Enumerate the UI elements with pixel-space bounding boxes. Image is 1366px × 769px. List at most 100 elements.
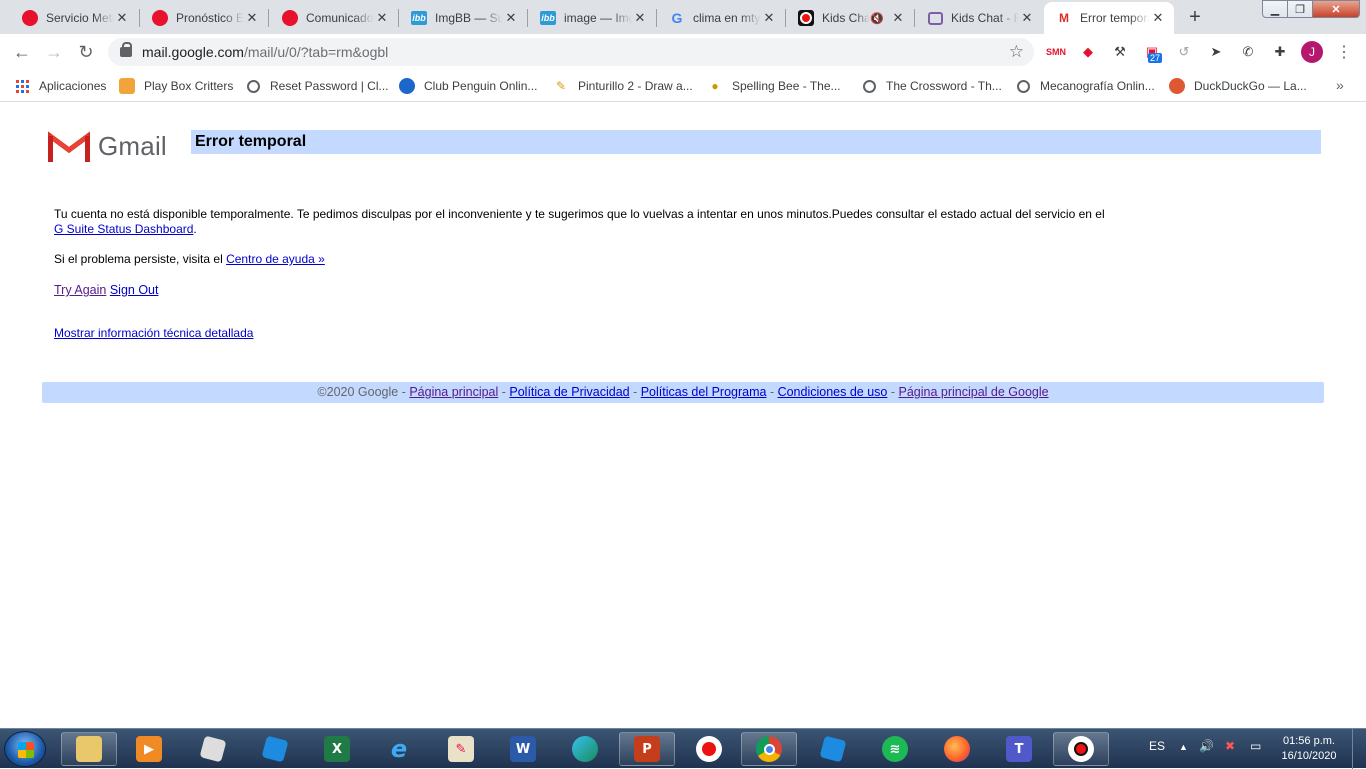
gmail-error-page: Gmail Error temporal Tu cuenta no está d… — [0, 103, 1366, 728]
bookmark-label: Mecanografía Onlin... — [1040, 79, 1155, 93]
help-center-link[interactable]: Centro de ayuda » — [226, 252, 325, 266]
powerpoint-icon[interactable]: P — [619, 732, 675, 766]
footer-separator: - — [766, 385, 778, 399]
chrome-icon[interactable] — [741, 732, 797, 766]
tab-title: Error temporal — [1080, 11, 1150, 25]
bookmark-club-penguin[interactable]: Club Penguin Onlin... — [399, 76, 537, 96]
roblox-icon[interactable] — [247, 732, 303, 766]
tab-image-imgbb[interactable]: ibb image — ImgBB ✕ — [528, 2, 656, 34]
clock-time: 01:56 p.m. — [1283, 735, 1335, 747]
error-title: Error temporal — [191, 130, 1321, 154]
roblox-icon[interactable] — [805, 732, 861, 766]
close-tab-icon[interactable]: ✕ — [1019, 10, 1035, 26]
teams-icon[interactable]: T — [991, 732, 1047, 766]
close-tab-icon[interactable]: ✕ — [1150, 10, 1166, 26]
close-tab-icon[interactable]: ✕ — [503, 10, 519, 26]
gmail-logo: Gmail — [48, 130, 167, 162]
bookmark-box-critters[interactable]: Play Box Critters — [119, 76, 233, 96]
internet-explorer-icon[interactable]: e — [371, 732, 427, 766]
language-indicator[interactable]: ES — [1149, 739, 1165, 753]
bookmark-label: Club Penguin Onlin... — [424, 79, 538, 93]
box-critters-icon — [119, 78, 135, 94]
forward-button[interactable]: → — [40, 38, 68, 66]
close-tab-icon[interactable]: ✕ — [374, 10, 390, 26]
profile-avatar[interactable]: J — [1301, 41, 1323, 63]
more-bookmarks-icon[interactable]: » — [1336, 77, 1344, 93]
bookmark-reset-password[interactable]: Reset Password | Cl... — [245, 76, 389, 96]
reload-button[interactable]: ↻ — [72, 38, 100, 66]
bookmark-crossword[interactable]: The Crossword - Th... — [861, 76, 1002, 96]
firefox-icon[interactable] — [929, 732, 985, 766]
file-explorer-icon[interactable] — [61, 732, 117, 766]
taskbar-clock[interactable]: 01:56 p.m. 16/10/2020 — [1276, 734, 1342, 764]
try-again-link[interactable]: Try Again — [54, 283, 106, 297]
tab-servicio[interactable]: Servicio Meteorológico ✕ — [10, 2, 138, 34]
tab-imgbb-subir[interactable]: ibb ImgBB — Subir ✕ — [399, 2, 527, 34]
tab-clima[interactable]: G clima en mty ✕ — [657, 2, 785, 34]
show-desktop-button[interactable] — [1352, 729, 1366, 769]
refresh-extension-icon[interactable]: ↺ — [1174, 42, 1194, 62]
footer-separator: - — [629, 385, 641, 399]
footer-link-terms[interactable]: Condiciones de uso — [778, 385, 888, 399]
bookmark-star-icon[interactable]: ☆ — [1009, 42, 1024, 62]
paint-icon[interactable]: ✎ — [433, 732, 489, 766]
media-player-icon[interactable]: ▶ — [121, 732, 177, 766]
close-window-button[interactable]: ✕ — [1312, 0, 1360, 18]
screen-recorder-icon[interactable] — [681, 732, 737, 766]
tab-pronostico[interactable]: Pronóstico Extendido ✕ — [140, 2, 268, 34]
word-icon[interactable]: W — [495, 732, 551, 766]
roblox-studio-icon[interactable] — [185, 732, 241, 766]
tab-error-temporal[interactable]: M Error temporal ✕ — [1044, 2, 1174, 34]
network-error-icon[interactable]: ✖ — [1225, 739, 1235, 753]
google-g-icon: G — [671, 10, 683, 26]
close-tab-icon[interactable]: ✕ — [114, 10, 130, 26]
close-tab-icon[interactable]: ✕ — [632, 10, 648, 26]
tab-title: Servicio Meteorológico — [46, 11, 114, 25]
tab-title: Pronóstico Extendido — [176, 11, 244, 25]
start-button[interactable] — [4, 731, 46, 767]
footer-link-program-policies[interactable]: Políticas del Programa — [641, 385, 767, 399]
bookmark-spelling-bee[interactable]: ● Spelling Bee - The... — [707, 76, 840, 96]
close-tab-icon[interactable]: ✕ — [890, 10, 906, 26]
tab-kids-chat[interactable]: Kids Chat 🔇 ✕ — [786, 2, 914, 34]
status-dashboard-link[interactable]: G Suite Status Dashboard — [54, 222, 193, 236]
close-tab-icon[interactable]: ✕ — [761, 10, 777, 26]
back-button[interactable]: ← — [8, 38, 36, 66]
red-circle-icon — [152, 10, 168, 26]
tray-expand-icon[interactable]: ▲ — [1179, 742, 1188, 752]
sign-out-link[interactable]: Sign Out — [110, 283, 159, 297]
action-center-icon[interactable]: ▭ — [1250, 739, 1261, 753]
phone-extension-icon[interactable]: ✆ — [1238, 42, 1258, 62]
spotify-icon[interactable]: ≋ — [867, 732, 923, 766]
puzzle-extensions-icon[interactable]: ✚ — [1270, 42, 1290, 62]
new-tab-button[interactable]: + — [1181, 5, 1209, 29]
address-bar[interactable]: mail.google.com/mail/u/0/?tab=rm&ogbl ☆ — [108, 38, 1034, 66]
webcam-icon[interactable] — [1053, 732, 1109, 766]
edge-icon[interactable] — [557, 732, 613, 766]
volume-icon[interactable]: 🔊 — [1199, 739, 1214, 753]
bookmark-duckduckgo[interactable]: DuckDuckGo — La... — [1169, 76, 1307, 96]
red-circle-icon — [282, 10, 298, 26]
minimize-button[interactable]: ▁ — [1262, 0, 1288, 18]
bookmark-mecanografia[interactable]: Mecanografía Onlin... — [1015, 76, 1155, 96]
chrome-menu-icon[interactable]: ⋮ — [1336, 42, 1352, 62]
bookmark-aplicaciones[interactable]: Aplicaciones — [14, 76, 106, 96]
tab-comunicados[interactable]: Comunicados ✕ — [270, 2, 398, 34]
footer-link-home[interactable]: Página principal — [409, 385, 498, 399]
cursor-extension-icon[interactable]: ➤ — [1206, 42, 1226, 62]
hammer-extension-icon[interactable]: ⚒ — [1110, 42, 1130, 62]
smn-extension-icon[interactable]: SMN — [1046, 42, 1066, 62]
muted-speaker-icon[interactable]: 🔇 — [870, 12, 884, 25]
excel-icon[interactable]: X — [309, 732, 365, 766]
roblox-extension-icon[interactable]: ◆ — [1078, 42, 1098, 62]
tab-kids-chat-free[interactable]: Kids Chat - Free ✕ — [915, 2, 1043, 34]
footer-link-google-home[interactable]: Página principal de Google — [898, 385, 1048, 399]
lock-icon[interactable] — [120, 42, 132, 57]
footer-link-privacy[interactable]: Política de Privacidad — [509, 385, 629, 399]
imgbb-icon: ibb — [540, 11, 556, 25]
close-tab-icon[interactable]: ✕ — [244, 10, 260, 26]
tech-info-link[interactable]: Mostrar información técnica detallada — [54, 326, 253, 340]
persist-text: Si el problema persiste, visita el — [54, 252, 223, 266]
bookmark-pinturillo[interactable]: ✎ Pinturillo 2 - Draw a... — [553, 76, 693, 96]
maximize-button[interactable]: ❐ — [1287, 0, 1313, 18]
